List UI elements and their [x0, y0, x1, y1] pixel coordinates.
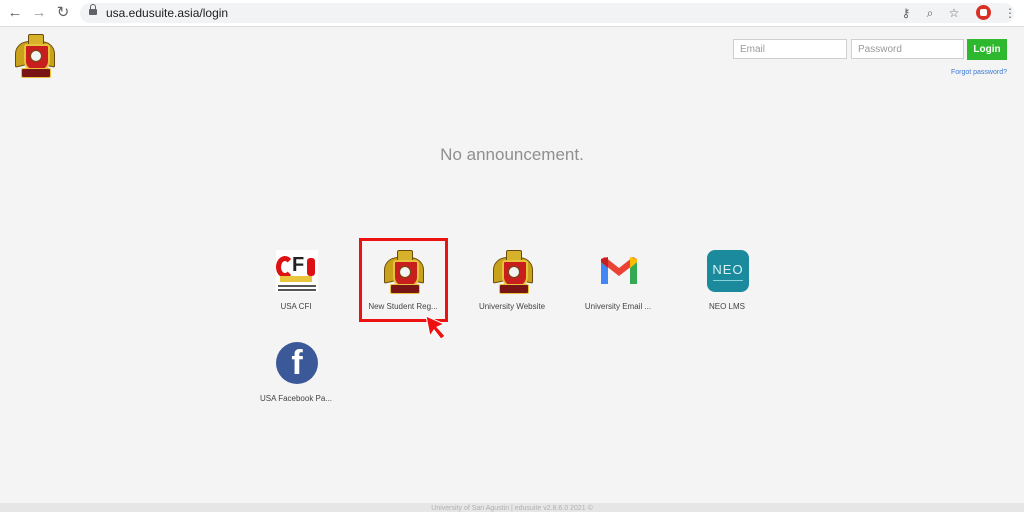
login-button[interactable]: Login: [967, 39, 1007, 60]
menu-dots-icon[interactable]: ⋮: [1004, 5, 1016, 21]
email-input[interactable]: [733, 39, 847, 59]
app-tile-label: USA CFI: [280, 302, 312, 311]
site-logo-crest-icon[interactable]: [15, 34, 55, 78]
back-arrow-icon[interactable]: ←: [6, 4, 24, 22]
lock-icon: [89, 4, 97, 16]
cfi-logo-icon: F: [276, 250, 318, 292]
forward-arrow-icon[interactable]: →: [30, 4, 48, 22]
app-tile-usa-cfi[interactable]: F USA CFI: [246, 242, 346, 316]
forgot-password-link[interactable]: Forgot password?: [951, 69, 1007, 76]
app-tile-label: USA Facebook Pa...: [259, 394, 333, 403]
star-icon[interactable]: ☆: [946, 6, 962, 20]
footer-text: University of San Agustin | edusuite v2.…: [431, 505, 593, 512]
app-tile-university-email[interactable]: University Email ...: [568, 242, 668, 316]
pointer-cursor-icon: [425, 315, 446, 340]
password-input[interactable]: [851, 39, 964, 59]
app-tile-label: University Website: [478, 302, 546, 311]
address-bar[interactable]: usa.edusuite.asia/login ⚷ ⌕ ☆ ⋮: [80, 3, 1016, 23]
neo-logo-text: NEO: [712, 262, 744, 277]
reload-icon[interactable]: ↻: [54, 4, 72, 22]
gmail-icon: [598, 250, 640, 292]
profile-avatar-icon[interactable]: [976, 5, 991, 20]
url-text: usa.edusuite.asia/login: [106, 6, 229, 20]
announcement-text: No announcement.: [440, 145, 584, 164]
key-icon[interactable]: ⚷: [898, 6, 914, 20]
app-tile-usa-facebook-page[interactable]: f USA Facebook Pa...: [246, 334, 346, 408]
footer: University of San Agustin | edusuite v2.…: [0, 503, 1024, 512]
app-tile-label: NEO LMS: [708, 302, 745, 311]
facebook-icon: f: [276, 342, 318, 384]
neo-lms-icon: NEO: [707, 250, 749, 292]
highlight-box: [359, 238, 448, 322]
zoom-icon[interactable]: ⌕: [922, 6, 938, 20]
app-tile-university-website[interactable]: University Website: [462, 242, 562, 316]
university-crest-icon: [492, 250, 534, 294]
browser-toolbar: ← → ↻ usa.edusuite.asia/login ⚷ ⌕ ☆ ⋮: [0, 0, 1024, 27]
app-tile-label: University Email ...: [584, 302, 652, 311]
app-tile-neo-lms[interactable]: NEO NEO LMS: [677, 242, 777, 316]
